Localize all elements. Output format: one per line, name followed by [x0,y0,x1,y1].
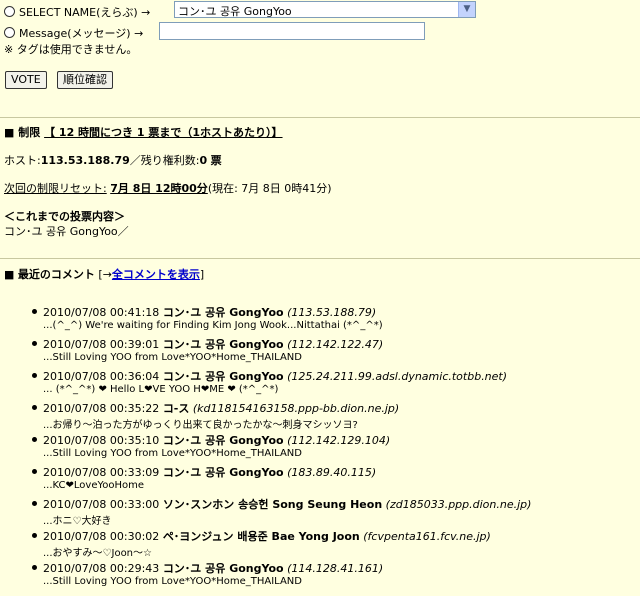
reset-value: 7月 8日 12時00分 [110,182,208,195]
now-text: (現在: 7月 8日 0時41分) [207,182,332,195]
comment-message: ...お帰り～泊った方がゆっくり出来て良かったかな～刺身マシッソヨ? [43,420,358,431]
list-item: 2010/07/08 00:35:10 コン･ユ 공유 GongYoo (112… [0,430,640,462]
vote-button[interactable]: VOTE [5,71,47,89]
bullet-icon [32,533,37,538]
comment-time: 2010/07/08 00:30:02 [43,530,160,543]
comment-host: (183.89.40.115) [287,466,377,479]
history-content: コン･ユ 공유 GongYoo／ [4,225,129,238]
reset-label: 次回の制限リセット: [4,182,107,195]
list-item: 2010/07/08 00:35:22 コ-ス (kd118154163158.… [0,398,640,431]
list-item: 2010/07/08 00:33:09 コン･ユ 공유 GongYoo (183… [0,462,640,494]
show-all-comments-link[interactable]: 全コメントを表示 [112,268,200,281]
comment-name: ペ･ヨンジュン 배용준 Bae Yong Joon [162,530,360,543]
comment-name: コン･ユ 공유 GongYoo [162,370,284,383]
bullet-icon [32,341,37,346]
bracket-open: [→ [98,268,112,281]
message-row: Message(メッセージ) → [4,25,143,41]
comment-time: 2010/07/08 00:29:43 [43,562,160,575]
host-label: ホスト: [4,154,41,167]
limit-rule: 【 12 時間につき 1 票まで（1ホストあたり）】 [44,126,283,139]
comment-message: ...KC❤LoveYooHome [43,480,145,491]
comment-message: ...Still Loving YOO from Love*YOO*Home_T… [43,576,302,587]
remaining-value: 0 [199,154,208,167]
comment-name: コ-ス [162,402,190,415]
list-item: 2010/07/08 00:41:18 コン･ユ 공유 GongYoo (113… [0,302,640,334]
comment-host: (125.24.211.99.adsl.dynamic.totbb.net) [287,370,508,383]
comment-message: ... (*^_^*) ❤ Hello L❤VE YOO H❤ME ❤ (*^_… [43,384,279,395]
comment-message: ...ホニ♡大好き [43,516,112,527]
comment-host: (112.142.122.47) [287,338,384,351]
bullet-icon [32,437,37,442]
section-marker-icon: ■ [4,126,15,139]
select-name-label: SELECT NAME(えらぶ) → [19,6,151,19]
host-value: 113.53.188.79 [40,154,130,167]
list-item: 2010/07/08 00:29:43 コン･ユ 공유 GongYoo (114… [0,558,640,590]
comment-name: コン･ユ 공유 GongYoo [162,466,284,479]
reset-info: 次回の制限リセット: 7月 8日 12時00分(現在: 7月 8日 0時41分) [4,180,332,196]
bullet-icon [32,565,37,570]
comment-host: (112.142.129.104) [287,434,391,447]
comment-host: (113.53.188.79) [287,306,377,319]
history-title: ＜これまでの投票内容＞ [4,210,125,223]
comment-name: コン･ユ 공유 GongYoo [162,562,284,575]
list-item: 2010/07/08 00:36:04 コン･ユ 공유 GongYoo (125… [0,366,640,398]
comment-name: コン･ユ 공유 GongYoo [162,306,284,319]
name-select[interactable]: コン･ユ 공유 GongYoo ▼ [174,1,476,18]
limit-label: 制限 [18,126,41,139]
comment-host: (114.128.41.161) [287,562,384,575]
bullet-icon [32,309,37,314]
message-label: Message(メッセージ) → [19,27,144,40]
remaining-unit: 票 [210,154,222,167]
message-input[interactable] [159,22,425,40]
bullet-icon [32,469,37,474]
comment-time: 2010/07/08 00:41:18 [43,306,160,319]
list-item: 2010/07/08 00:33:00 ソン･スンホン 송승헌 Song Seu… [0,494,640,527]
comment-name: ソン･スンホン 송승헌 Song Seung Heon [162,498,383,511]
comment-name: コン･ユ 공유 GongYoo [162,434,284,447]
rank-button[interactable]: 順位確認 [57,71,113,89]
list-item: 2010/07/08 00:30:02 ペ･ヨンジュン 배용준 Bae Yong… [0,526,640,559]
comment-name: コン･ユ 공유 GongYoo [162,338,284,351]
bullet-icon [32,373,37,378]
comment-time: 2010/07/08 00:33:09 [43,466,160,479]
list-item: 2010/07/08 00:39:01 コン･ユ 공유 GongYoo (112… [0,334,640,366]
recent-title: 最近のコメント [17,268,95,281]
section-marker-icon: ■ [4,268,15,281]
bracket-close: ] [199,268,205,281]
message-radio[interactable] [4,27,15,38]
comment-message: ...(^_^) We're waiting for Finding Kim J… [43,320,383,331]
divider [0,258,640,259]
select-name-row: SELECT NAME(えらぶ) → [4,4,150,20]
bullet-icon [32,501,37,506]
remaining-label: ／残り権利数: [129,154,200,167]
tag-note: ※ タグは使用できません。 [4,43,138,56]
comment-message: ...Still Loving YOO from Love*YOO*Home_T… [43,352,302,363]
comment-host: (fcvpenta161.fcv.ne.jp) [363,530,491,543]
comment-message: ...Still Loving YOO from Love*YOO*Home_T… [43,448,302,459]
comment-time: 2010/07/08 00:36:04 [43,370,160,383]
comment-message: ...おやすみ～♡Joon～☆ [43,548,152,559]
name-select-value: コン･ユ 공유 GongYoo [178,5,292,18]
limit-heading: ■ 制限 【 12 時間につき 1 票まで（1ホストあたり）】 [4,124,283,140]
chevron-down-icon[interactable]: ▼ [458,2,475,17]
comment-time: 2010/07/08 00:35:10 [43,434,160,447]
comment-host: (zd185033.ppp.dion.ne.jp) [385,498,532,511]
comment-time: 2010/07/08 00:39:01 [43,338,160,351]
comment-host: (kd118154163158.ppp-bb.dion.ne.jp) [192,402,400,415]
select-radio[interactable] [4,6,15,17]
bullet-icon [32,405,37,410]
comment-time: 2010/07/08 00:33:00 [43,498,160,511]
comment-time: 2010/07/08 00:35:22 [43,402,160,415]
recent-heading: ■ 最近のコメント [→全コメントを表示] [4,266,204,282]
host-info: ホスト:113.53.188.79／残り権利数:0 票 [4,152,222,168]
divider [0,117,640,118]
